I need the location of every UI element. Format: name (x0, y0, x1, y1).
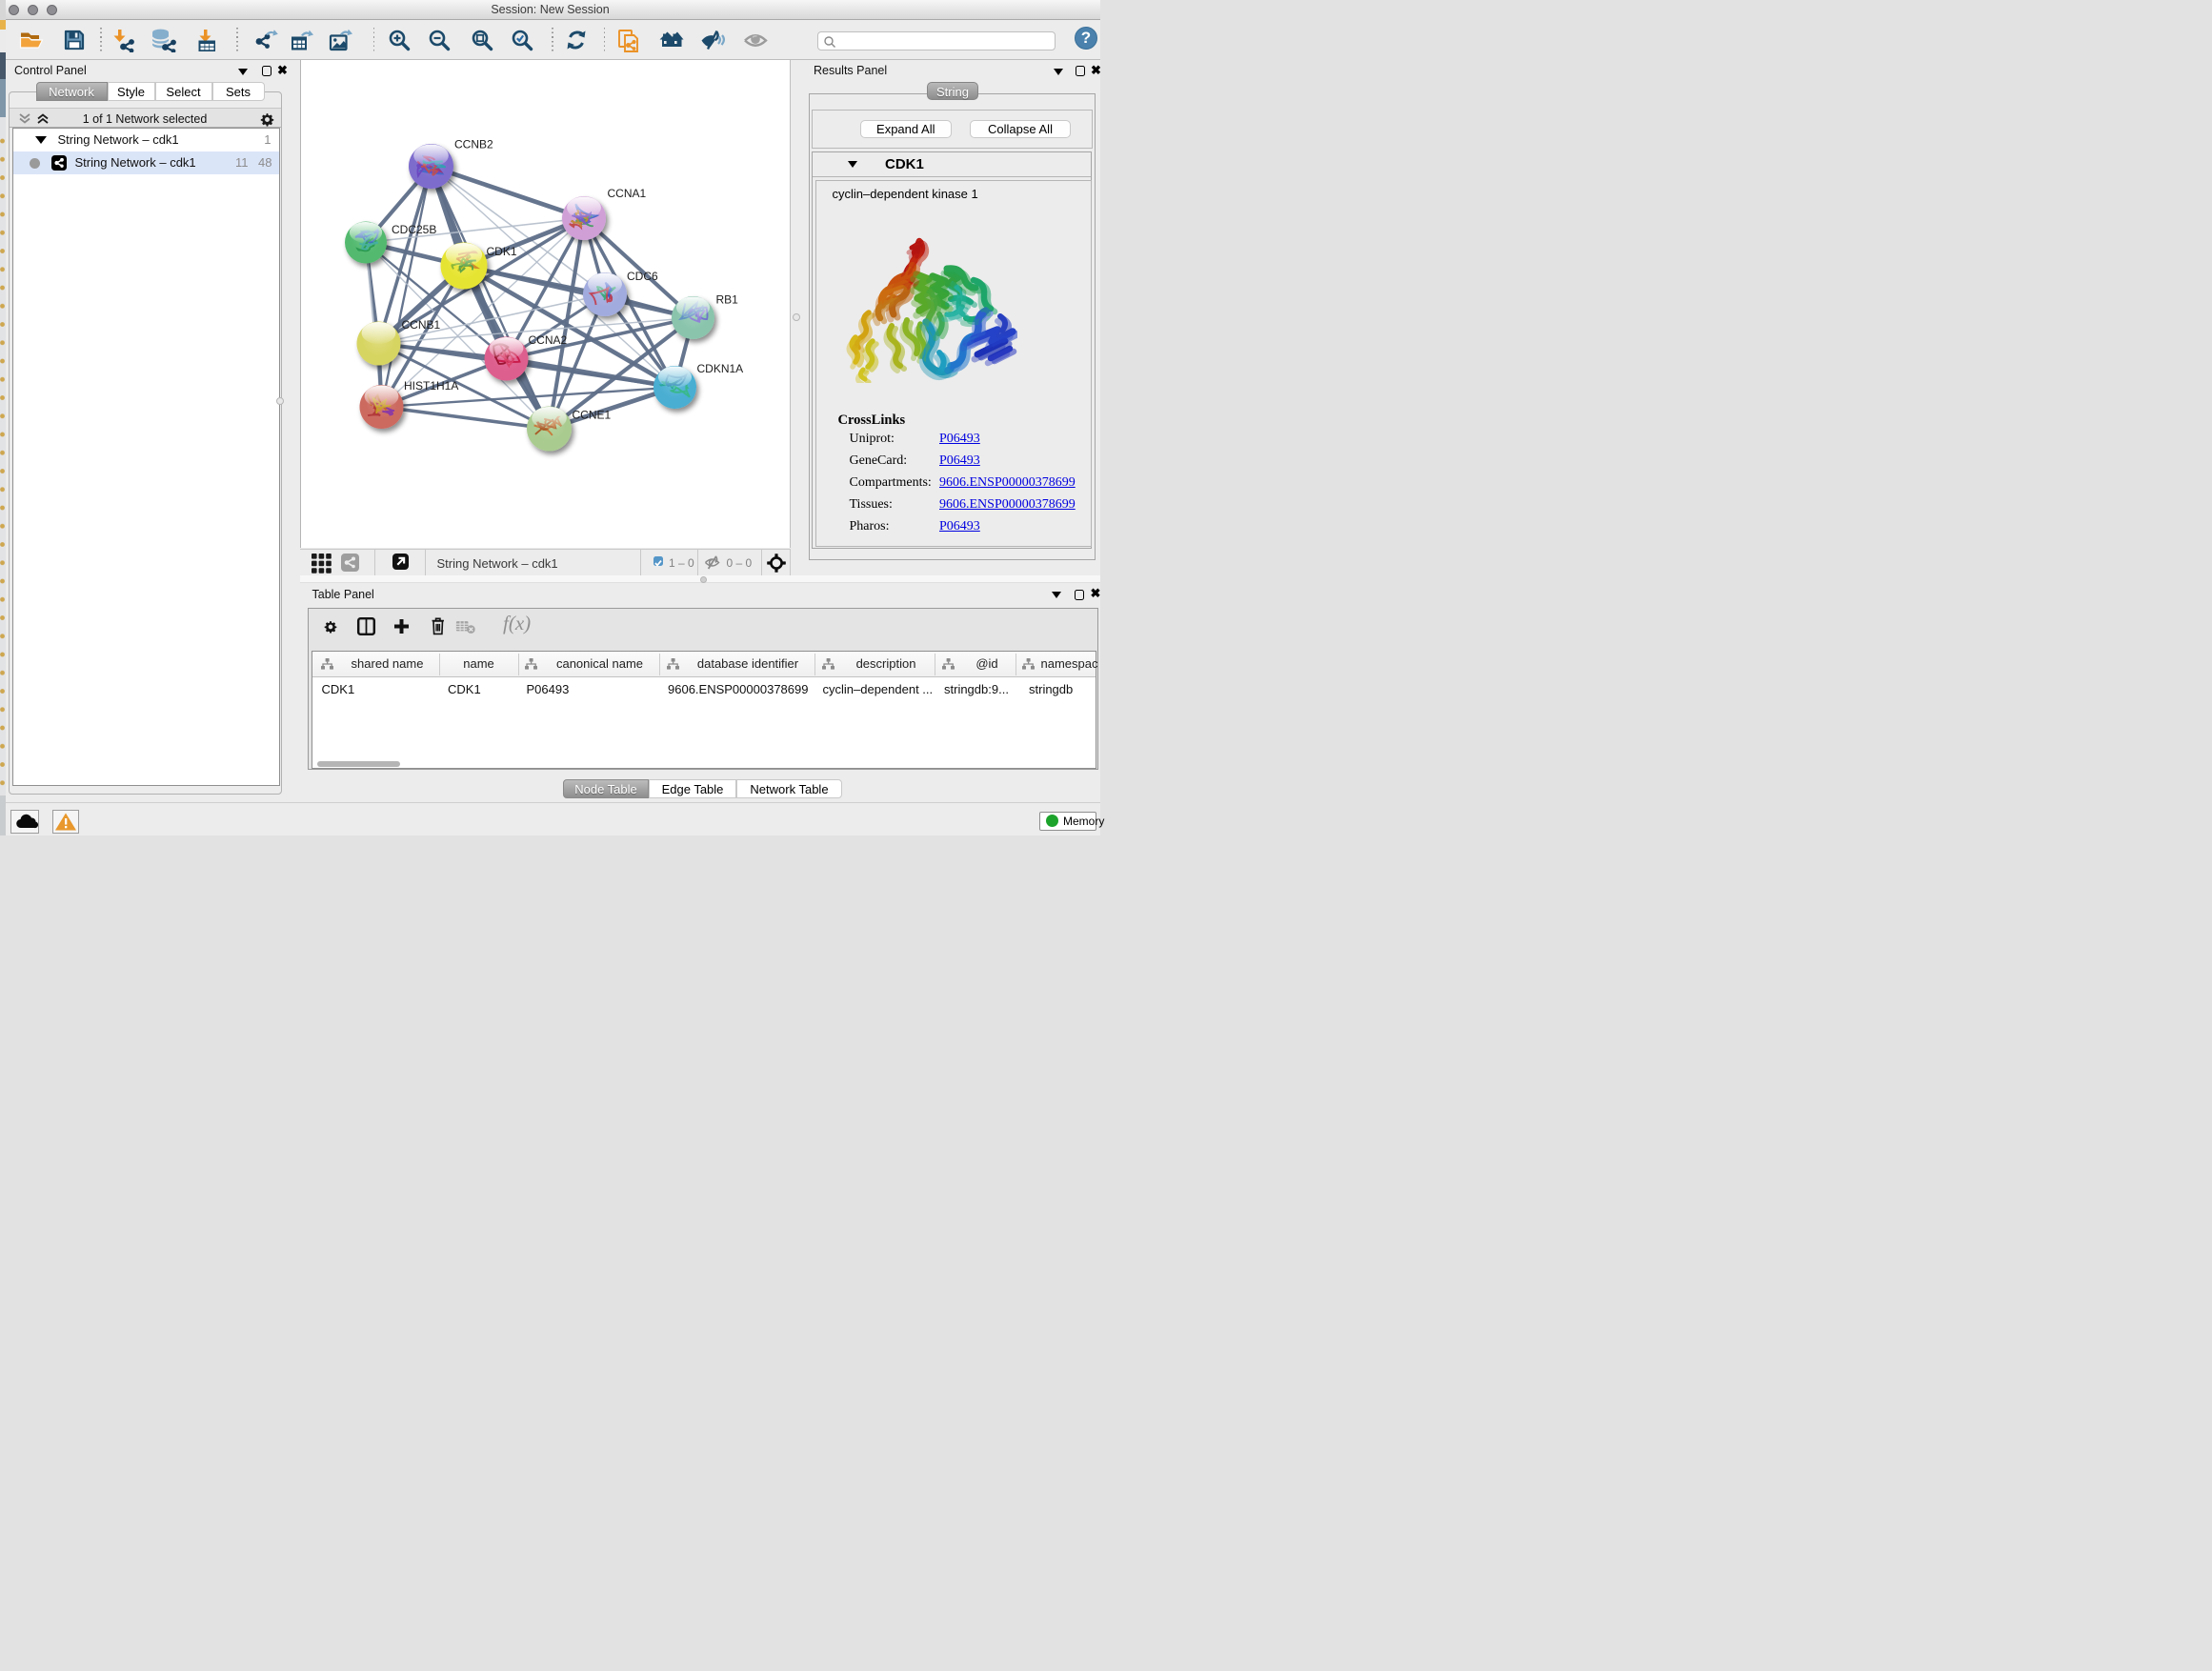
svg-text:RB1: RB1 (715, 292, 738, 306)
svg-text:CCNB2: CCNB2 (454, 137, 493, 151)
svg-text:CCNA2: CCNA2 (528, 333, 567, 347)
svg-text:CCNB1: CCNB1 (401, 318, 440, 332)
svg-text:HIST1H1A: HIST1H1A (404, 379, 458, 393)
svg-text:CDC25B: CDC25B (392, 223, 436, 236)
svg-text:CDKN1A: CDKN1A (696, 362, 743, 375)
svg-text:CCNA1: CCNA1 (607, 187, 646, 200)
svg-text:CDK1: CDK1 (486, 245, 516, 258)
svg-text:CCNE1: CCNE1 (572, 408, 611, 421)
svg-text:CDC6: CDC6 (627, 270, 658, 283)
